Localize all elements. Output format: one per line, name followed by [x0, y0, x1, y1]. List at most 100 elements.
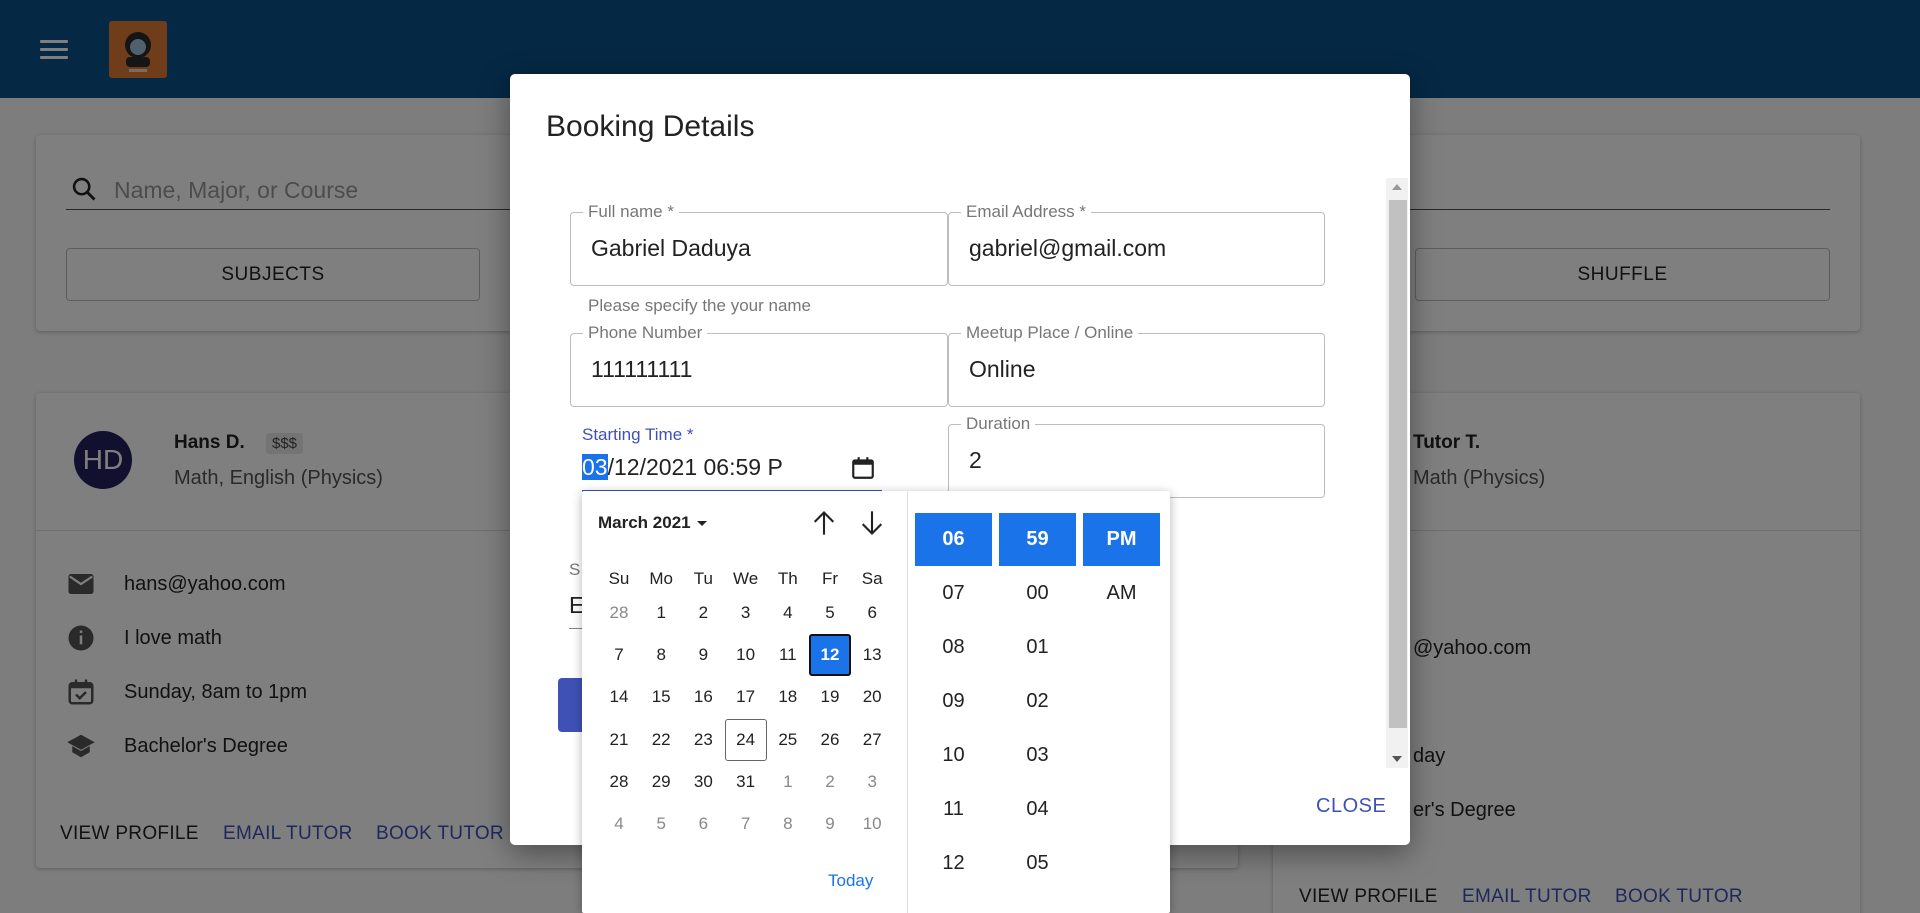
calendar-day[interactable]: 14	[598, 676, 640, 718]
hour-option[interactable]: 09	[915, 675, 992, 728]
meetup-value: Online	[969, 356, 1036, 382]
calendar-day[interactable]: 2	[809, 761, 851, 803]
next-month-icon[interactable]	[858, 509, 886, 537]
calendar-day[interactable]: 3	[725, 592, 767, 634]
calendar-day[interactable]: 20	[851, 676, 893, 718]
minute-option[interactable]: 00	[999, 567, 1076, 620]
calendar-day[interactable]: 4	[767, 592, 809, 634]
weekday-label: Sa	[861, 569, 883, 588]
dialog-scrollbar[interactable]	[1386, 178, 1408, 768]
minute-option[interactable]: 03	[999, 729, 1076, 782]
calendar-day[interactable]: 19	[809, 676, 851, 718]
calendar-day[interactable]: 7	[725, 803, 767, 845]
calendar-day[interactable]: 26	[809, 719, 851, 761]
calendar-day[interactable]: 6	[851, 592, 893, 634]
weekday-label: We	[732, 569, 759, 588]
month-label: March 2021	[598, 513, 691, 532]
full-name-label: Full name *	[583, 202, 679, 222]
phone-value: 111111111	[591, 356, 693, 382]
month-segment[interactable]: 03	[582, 454, 608, 480]
calendar-day[interactable]: 29	[640, 761, 682, 803]
calendar-day[interactable]: 15	[640, 676, 682, 718]
minute-option[interactable]: 02	[999, 675, 1076, 728]
meetup-label: Meetup Place / Online	[961, 323, 1139, 343]
calendar-day[interactable]: 8	[640, 634, 682, 676]
calendar-day[interactable]: 18	[767, 676, 809, 718]
close-button[interactable]: CLOSE	[1316, 795, 1386, 818]
weekday-label: Th	[777, 569, 798, 588]
hour-option[interactable]: 12	[915, 837, 992, 890]
full-name-helper: Please specify the your name	[588, 296, 812, 315]
duration-label: Duration	[961, 414, 1036, 434]
calendar-day[interactable]: 10	[851, 803, 893, 845]
starting-time-input[interactable]: 03/12/2021 06:59 P	[582, 454, 882, 492]
calendar-day[interactable]: 25	[767, 719, 809, 761]
calendar-day[interactable]: 21	[598, 719, 640, 761]
datetime-rest: /12/2021 06:59 P	[607, 454, 783, 480]
meridiem-option[interactable]: AM	[1083, 567, 1160, 620]
caret-down-icon	[696, 521, 707, 527]
today-button[interactable]: Today	[828, 871, 873, 891]
previous-month-icon[interactable]	[810, 509, 838, 537]
calendar-day[interactable]: 24	[724, 718, 767, 761]
calendar-day[interactable]: 5	[809, 592, 851, 634]
calendar-day[interactable]: 17	[725, 676, 767, 718]
meetup-field[interactable]: Meetup Place / Online Online	[948, 323, 1325, 407]
calendar-day[interactable]: 4	[598, 803, 640, 845]
calendar-day[interactable]: 6	[682, 803, 724, 845]
calendar-day[interactable]: 5	[640, 803, 682, 845]
calendar-day[interactable]: 2	[682, 592, 724, 634]
duration-field[interactable]: Duration 2	[948, 414, 1325, 498]
calendar-day[interactable]: 16	[682, 676, 724, 718]
minute-option[interactable]: 59	[999, 513, 1076, 566]
dialog-title: Booking Details	[546, 110, 755, 143]
minute-option[interactable]: 01	[999, 621, 1076, 674]
weekday-label: Fr	[821, 569, 839, 588]
hour-option[interactable]: 10	[915, 729, 992, 782]
minute-option[interactable]: 05	[999, 837, 1076, 890]
month-selector[interactable]: March 2021	[598, 513, 707, 533]
hour-option[interactable]: 11	[915, 783, 992, 836]
scroll-down-icon[interactable]	[1392, 756, 1402, 762]
hour-option[interactable]: 08	[915, 621, 992, 674]
hour-option[interactable]: 07	[915, 567, 992, 620]
scroll-up-icon[interactable]	[1392, 184, 1402, 190]
time-panel: 06 07 08 09 10 11 12 59 00 01 02 03 04 05 PM AM	[909, 491, 1170, 913]
select-field-label: S	[569, 560, 581, 579]
email-value: gabriel@gmail.com	[969, 235, 1167, 261]
calendar-day[interactable]: 12	[809, 634, 851, 677]
phone-field[interactable]: Phone Number 111111111	[570, 323, 948, 407]
email-field[interactable]: Email Address * gabriel@gmail.com	[948, 202, 1325, 286]
calendar-icon[interactable]	[850, 455, 876, 481]
datetime-picker: March 2021 Su Mo Tu We Th Fr Sa 28 1 2 3 4 5 6 7 8 9 10 1…	[582, 491, 1170, 913]
calendar-day[interactable]: 9	[809, 803, 851, 845]
calendar-day[interactable]: 31	[725, 761, 767, 803]
phone-label: Phone Number	[583, 323, 708, 343]
hour-option[interactable]: 06	[915, 513, 992, 566]
calendar-day[interactable]: 27	[851, 719, 893, 761]
meridiem-option[interactable]: PM	[1083, 513, 1160, 566]
calendar-day[interactable]: 28	[598, 761, 640, 803]
calendar-day[interactable]: 1	[640, 592, 682, 634]
calendar-day[interactable]: 9	[682, 634, 724, 676]
calendar-day[interactable]: 8	[767, 803, 809, 845]
calendar-day[interactable]: 28	[598, 592, 640, 634]
calendar-day[interactable]: 30	[682, 761, 724, 803]
calendar-day[interactable]: 7	[598, 634, 640, 676]
scrollbar-thumb[interactable]	[1389, 200, 1407, 728]
minute-option[interactable]: 04	[999, 783, 1076, 836]
calendar-day[interactable]: 13	[851, 634, 893, 676]
full-name-field[interactable]: Full name * Gabriel Daduya	[570, 202, 948, 286]
calendar-day[interactable]: 11	[767, 634, 809, 676]
starting-time-label: Starting Time *	[582, 425, 694, 444]
calendar-panel: March 2021 Su Mo Tu We Th Fr Sa 28 1 2 3 4 5 6 7 8 9 10 1…	[582, 491, 908, 913]
calendar-day[interactable]: 10	[725, 634, 767, 676]
weekday-label: Su	[608, 569, 630, 588]
weekday-label: Tu	[693, 569, 713, 588]
email-label: Email Address *	[961, 202, 1091, 222]
calendar-day[interactable]: 3	[851, 761, 893, 803]
duration-value: 2	[969, 447, 982, 473]
calendar-day[interactable]: 22	[640, 719, 682, 761]
calendar-day[interactable]: 23	[682, 719, 724, 761]
calendar-day[interactable]: 1	[767, 761, 809, 803]
